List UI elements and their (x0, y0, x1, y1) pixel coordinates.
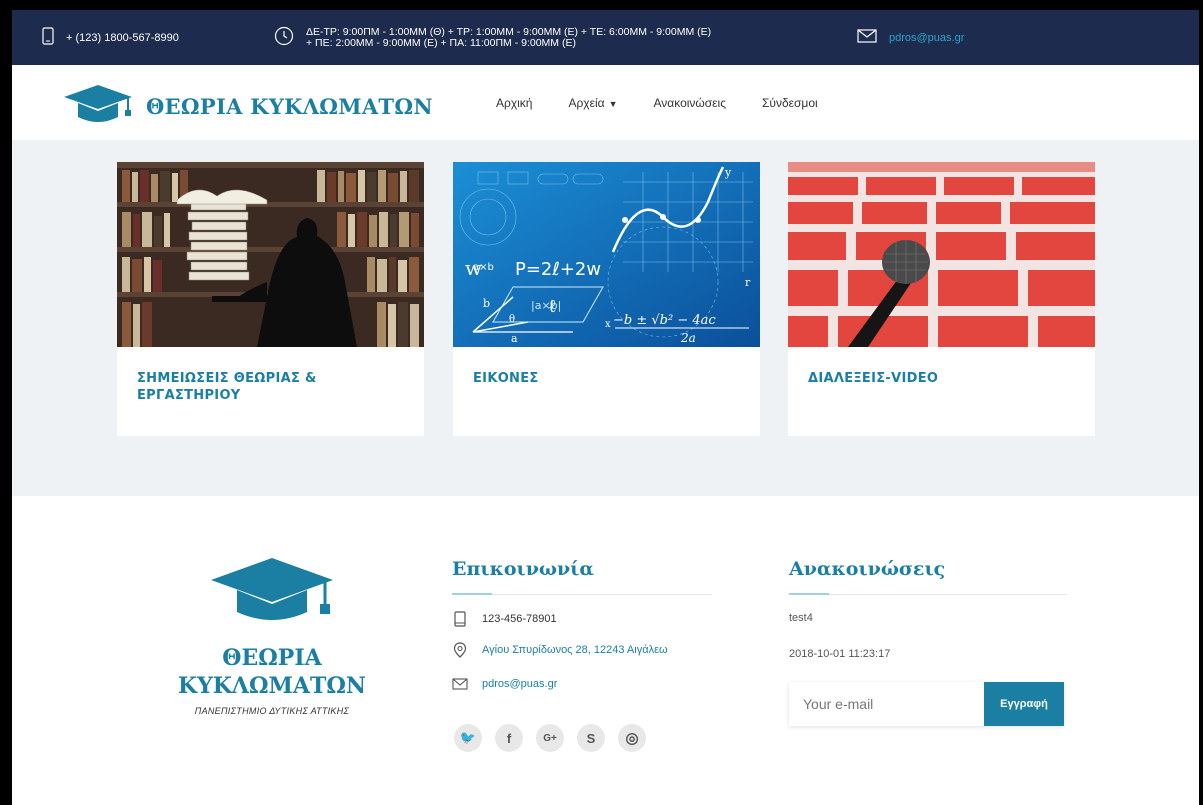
topbar-hours: ΔΕ-ΤΡ: 9:00ΠΜ - 1:00ΜΜ (Θ) + ΤΡ: 1:00ΜΜ … (274, 10, 711, 65)
nav-item-home[interactable]: Αρχική (496, 96, 532, 110)
card-notes-image[interactable] (117, 162, 424, 347)
topbar-phone: + (123) 1800-567-8990 (42, 10, 179, 65)
newsletter-form: Εγγραφή (789, 682, 1064, 726)
card-lectures-title[interactable]: ΔΙΑΛΕΞΕΙΣ-VIDEO (808, 370, 938, 387)
contact-address-link[interactable]: Αγίου Σπυρίδωνος 28, 12243 Αιγάλεω (482, 644, 668, 656)
contact-phone-row: 123-456-78901 (452, 611, 557, 627)
site-logo[interactable]: ΘΕΩΡΙΑ ΚΥΚΛΩΜΑΤΩΝ (62, 83, 433, 129)
card-lectures[interactable]: ΔΙΑΛΕΞΕΙΣ-VIDEO (788, 162, 1095, 436)
subscribe-button[interactable]: Εγγραφή (984, 682, 1064, 726)
topbar-email-link[interactable]: pdros@puas.gr (889, 32, 964, 44)
announcements-heading: Ανακοινώσεις (789, 558, 946, 580)
twitter-icon[interactable]: 🐦 (454, 724, 482, 752)
announcement-item[interactable]: test4 (789, 612, 813, 624)
formula-var-a: a (511, 332, 518, 345)
footer-logo-subtitle: ΠΑΝΕΠΙΣΤΗΜΙΟ ΔΥΤΙΚΗΣ ΑΤΤΙΚΗΣ (194, 706, 350, 716)
card-images-title-line-1: ΕΙΚΟΝΕΣ (473, 371, 539, 386)
contact-email-link[interactable]: pdros@puas.gr (482, 678, 557, 690)
hours-line-2: + ΠΕ: 2:00ΜΜ - 9:00ΜΜ (Ε) + ΠΑ: 11:00ΠΜ … (306, 36, 576, 49)
formula-quadratic: −b ± √b² − 4ac (613, 313, 716, 328)
topbar-hours-text: ΔΕ-ΤΡ: 9:00ΠΜ - 1:00ΜΜ (Θ) + ΤΡ: 1:00ΜΜ … (306, 25, 712, 49)
formula-var-b: b (483, 297, 490, 310)
main-section: ΣΗΜΕΙΩΣΕΙΣ ΘΕΩΡΙΑΣ & ΕΡΓΑΣΤΗΡΙΟΥ P=2ℓ+2w… (12, 140, 1199, 496)
logo-text: ΘΕΩΡΙΑ ΚΥΚΛΩΜΑΤΩΝ (146, 93, 433, 119)
google-plus-icon[interactable]: G+ (536, 724, 564, 752)
social-links: 🐦 f G+ S ◎ (454, 724, 659, 752)
clock-icon (274, 26, 294, 49)
card-notes-title-line-1: ΣΗΜΕΙΩΣΕΙΣ ΘΕΩΡΙΑΣ & (137, 371, 317, 386)
instagram-icon[interactable]: ◎ (618, 724, 646, 752)
hours-line-1: ΔΕ-ΤΡ: 9:00ΠΜ - 1:00ΜΜ (Θ) + ΤΡ: 1:00ΜΜ … (306, 25, 712, 38)
mobile-phone-icon (42, 27, 54, 48)
footer: ΘΕΩΡΙΑ ΚΥΚΛΩΜΑΤΩΝ ΠΑΝΕΠΙΣΤΗΜΙΟ ΔΥΤΙΚΗΣ Α… (12, 496, 1199, 805)
formula-denominator: 2a (680, 331, 696, 345)
main-navbar: ΘΕΩΡΙΑ ΚΥΚΛΩΜΑΤΩΝ Αρχική Αρχεία ▼ Ανακοιν… (12, 65, 1199, 140)
nav-item-announcements[interactable]: Ανακοινώσεις (653, 96, 726, 110)
caret-down-icon: ▼ (608, 98, 618, 109)
footer-graduation-cap-icon (207, 558, 337, 630)
newsletter-email-input[interactable] (789, 682, 984, 726)
footer-logo-title-line-1: ΘΕΩΡΙΑ (222, 645, 322, 671)
formula-cross: |a×b| (531, 299, 561, 312)
contact-heading: Επικοινωνία (452, 558, 594, 580)
formula-var-x: x (605, 319, 611, 330)
card-notes-title-line-2: ΕΡΓΑΣΤΗΡΙΟΥ (137, 388, 241, 403)
contact-phone: 123-456-78901 (482, 613, 557, 625)
announcements-heading-underline (789, 593, 1067, 595)
footer-logo-title-line-2: ΚΥΚΛΩΜΑΤΩΝ (177, 673, 367, 699)
nav-item-links[interactable]: Σύνδεσμοι (762, 96, 818, 110)
location-pin-icon (452, 642, 468, 658)
envelope-icon (452, 678, 468, 690)
announcement-date: 2018-10-01 11:23:17 (789, 648, 891, 660)
card-images-title[interactable]: ΕΙΚΟΝΕΣ (473, 370, 539, 387)
topbar-email[interactable]: pdros@puas.gr (857, 10, 964, 65)
formula-var-r: r (745, 276, 751, 289)
nav-menu: Αρχική Αρχεία ▼ Ανακοινώσεις Σύνδεσμοι (496, 65, 854, 140)
formula-var-ab: a×b (473, 262, 494, 273)
footer-logo: ΘΕΩΡΙΑ ΚΥΚΛΩΜΑΤΩΝ ΠΑΝΕΠΙΣΤΗΜΙΟ ΔΥΤΙΚΗΣ Α… (167, 556, 377, 716)
tablet-icon (452, 611, 468, 627)
contact-address-row: Αγίου Σπυρίδωνος 28, 12243 Αιγάλεω (452, 642, 668, 658)
skype-icon[interactable]: S (577, 724, 605, 752)
formula-var-y: y (724, 166, 732, 179)
graduation-cap-icon (62, 83, 134, 129)
card-images[interactable]: P=2ℓ+2w w ℓ a×b b a θ |a×b| −b ± √b² − 4… (453, 162, 760, 436)
formula-perimeter: P=2ℓ+2w (515, 259, 601, 280)
card-lectures-image[interactable] (788, 162, 1095, 347)
top-info-bar: + (123) 1800-567-8990 ΔΕ-ΤΡ: 9:00ΠΜ - 1:… (12, 10, 1199, 65)
contact-email-row: pdros@puas.gr (452, 678, 557, 690)
card-notes[interactable]: ΣΗΜΕΙΩΣΕΙΣ ΘΕΩΡΙΑΣ & ΕΡΓΑΣΤΗΡΙΟΥ (117, 162, 424, 436)
card-lectures-title-line-1: ΔΙΑΛΕΞΕΙΣ-VIDEO (808, 371, 939, 386)
nav-item-files-label: Αρχεία (568, 95, 605, 110)
topbar-phone-text: + (123) 1800-567-8990 (66, 31, 179, 44)
footer-logo-title: ΘΕΩΡΙΑ ΚΥΚΛΩΜΑΤΩΝ (167, 644, 377, 700)
envelope-icon (857, 29, 877, 46)
facebook-icon[interactable]: f (495, 724, 523, 752)
contact-heading-underline (452, 593, 712, 595)
formula-var-theta: θ (509, 314, 515, 325)
card-notes-title[interactable]: ΣΗΜΕΙΩΣΕΙΣ ΘΕΩΡΙΑΣ & ΕΡΓΑΣΤΗΡΙΟΥ (137, 370, 317, 404)
nav-item-files[interactable]: Αρχεία ▼ (568, 96, 617, 110)
page-frame: + (123) 1800-567-8990 ΔΕ-ΤΡ: 9:00ΠΜ - 1:… (12, 10, 1199, 805)
card-images-image[interactable]: P=2ℓ+2w w ℓ a×b b a θ |a×b| −b ± √b² − 4… (453, 162, 760, 347)
